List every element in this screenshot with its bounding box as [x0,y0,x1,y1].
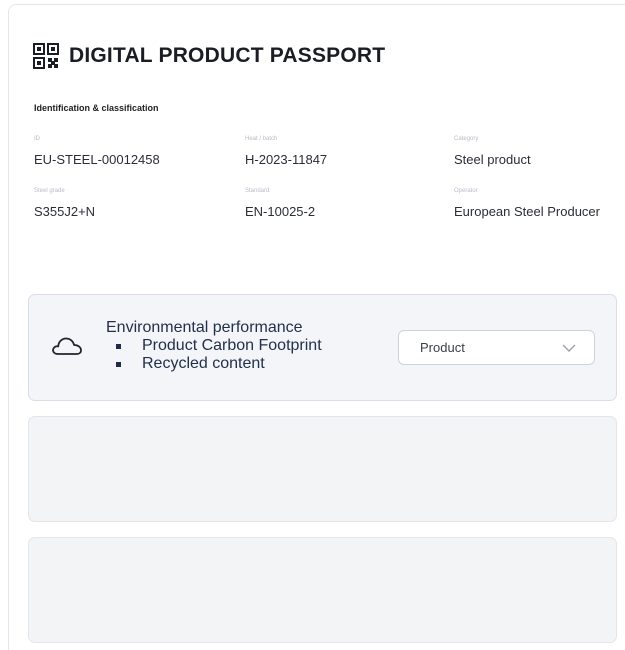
page-header: DIGITAL PRODUCT PASSPORT [33,42,385,70]
field-id: ID EU-STEEL-00012458 [34,135,160,167]
environmental-performance-panel: Environmental performance Product Carbon… [28,294,617,401]
scope-select[interactable]: Product [398,330,595,365]
qr-code-icon [33,43,59,69]
field-steel-grade: Steel grade S355J2+N [34,187,95,219]
placeholder-panel [28,416,617,522]
field-heat-batch: Heat / batch H-2023-11847 [245,135,327,167]
field-value: EU-STEEL-00012458 [34,152,160,167]
cloud-icon [52,337,82,355]
field-operator: Operator European Steel Producer [454,187,600,219]
environmental-title: Environmental performance [106,319,303,336]
field-value: H-2023-11847 [245,152,328,167]
list-item: Product Carbon Footprint [114,337,322,355]
field-value: EN-10025-2 [245,204,316,219]
scope-select-value: Product [420,340,465,355]
field-standard: Standard EN-10025-2 [245,187,315,219]
field-value: European Steel Producer [454,204,600,219]
field-label: Operator [454,188,478,194]
field-value: Steel product [454,152,531,167]
environmental-list: Product Carbon Footprint Recycled conten… [114,337,322,373]
field-category: Category Steel product [454,135,531,167]
field-label: Category [454,136,479,142]
placeholder-panel [28,537,617,643]
field-label: Standard [245,188,270,194]
environmental-description: Environmental performance Product Carbon… [106,319,322,373]
field-label: Heat / batch [245,136,278,142]
field-label: ID [34,136,40,142]
chevron-down-icon [562,344,576,352]
field-value: S355J2+N [34,204,96,219]
list-item: Recycled content [114,355,322,373]
page-title: DIGITAL PRODUCT PASSPORT [69,44,386,67]
section-label-identification: Identification & classification [34,103,159,113]
field-label: Steel grade [34,188,65,194]
